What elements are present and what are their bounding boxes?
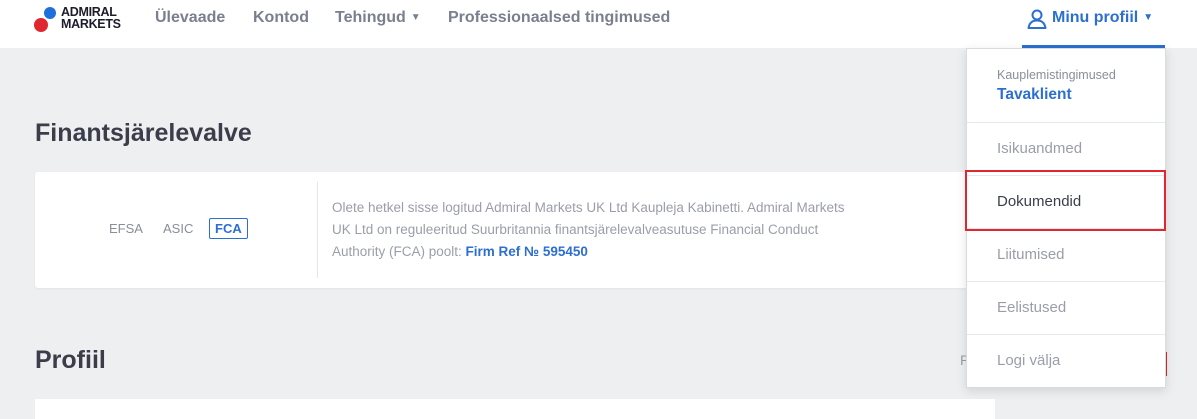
top-navigation-bar: ADMIRAL MARKETS Ülevaade Kontod Tehingud… [0,0,1197,48]
logo-red-dot [34,18,48,32]
nav-accounts[interactable]: Kontod [253,9,309,27]
admiral-markets-logo[interactable]: ADMIRAL MARKETS [34,6,134,36]
user-icon [1027,9,1047,29]
trading-terms-header: Kauplemistingimused Tavaklient [967,49,1165,123]
firm-ref-link[interactable]: Firm Ref № 595450 [466,244,588,259]
nav-my-profile-label: Minu profiil [1052,9,1139,26]
logo-wordmark: ADMIRAL MARKETS [61,5,121,31]
menu-item-preferences[interactable]: Eelistused [967,282,1165,335]
trading-terms-value: Tavaklient [997,86,1072,103]
supervision-card: EFSA ASIC FCA Olete hetkel sisse logitud… [35,172,995,288]
chevron-down-icon: ▼ [410,12,421,23]
nav-overview[interactable]: Ülevaade [155,9,225,27]
chevron-down-icon: ▼ [1143,12,1154,23]
menu-item-label: Eelistused [997,299,1067,316]
highlight-box-documents [965,170,1166,231]
logo-blue-dot [44,7,56,19]
menu-item-label: Liitumised [997,246,1065,263]
supervision-description: Olete hetkel sisse logitud Admiral Marke… [332,197,852,263]
menu-item-personal-data[interactable]: Isikuandmed [967,123,1165,176]
profile-card [35,399,995,419]
menu-item-label: Isikuandmed [997,140,1083,157]
menu-item-logout[interactable]: Logi välja [967,335,1165,387]
regulator-tab-efsa[interactable]: EFSA [109,221,143,236]
regulator-tab-fca[interactable]: FCA [209,218,248,239]
nav-professional-terms[interactable]: Professionaalsed tingimused [448,9,670,27]
menu-item-subscriptions[interactable]: Liitumised [967,229,1165,282]
profile-section-title: Profiil [35,346,106,374]
menu-item-label: Logi välja [997,352,1061,369]
supervision-description-text: Olete hetkel sisse logitud Admiral Marke… [332,200,845,259]
nav-transactions-label: Tehingud [335,9,406,26]
card-divider [317,182,318,278]
regulator-tab-asic[interactable]: ASIC [163,221,193,236]
supervision-section-title: Finantsjärelevalve [35,119,252,147]
nav-my-profile[interactable]: Minu profiil ▼ [1022,0,1165,48]
trading-terms-label: Kauplemistingimused [997,68,1116,82]
nav-transactions[interactable]: Tehingud ▼ [335,9,421,27]
